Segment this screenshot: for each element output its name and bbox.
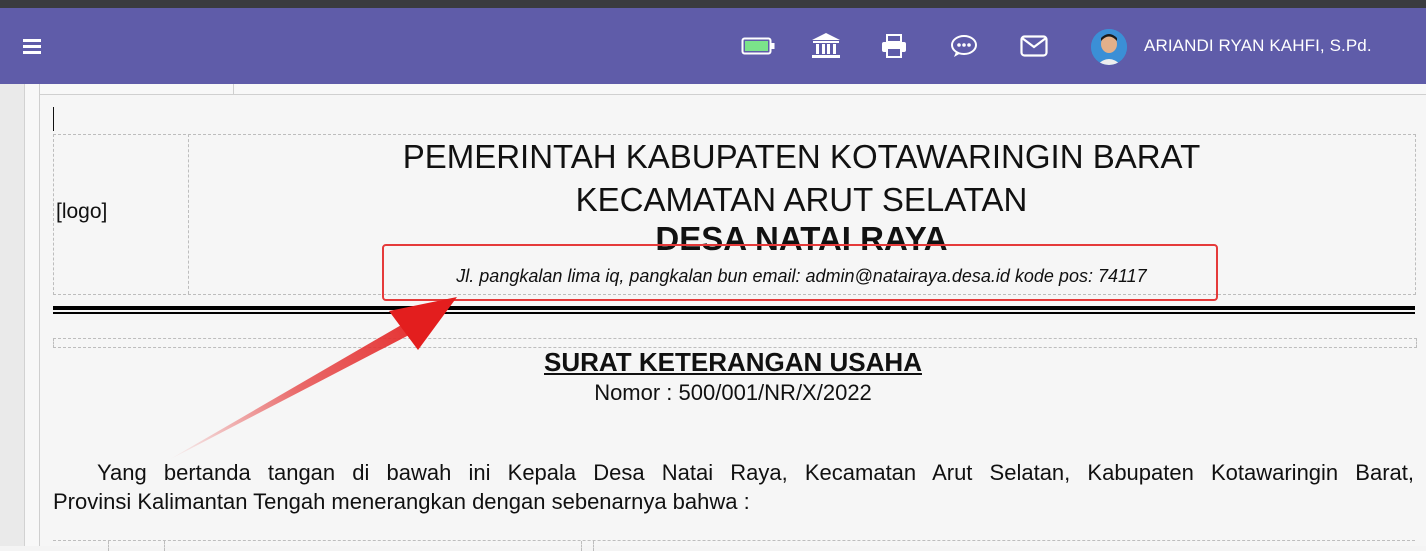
address-highlight-box (382, 244, 1218, 301)
chat-icon[interactable] (944, 8, 984, 84)
window-top-strip (0, 0, 1426, 8)
letterhead-rule-thin (53, 312, 1415, 314)
printer-icon[interactable] (874, 8, 914, 84)
letterhead-rule-thick (53, 306, 1415, 310)
top-navbar: ARIANDI RYAN KAHFI, S.Pd. (0, 8, 1426, 84)
bank-icon[interactable] (806, 8, 846, 84)
battery-icon[interactable] (738, 8, 778, 84)
document-title: SURAT KETERANGAN USAHA (544, 347, 922, 377)
letterhead-line-government: PEMERINTAH KABUPATEN KOTAWARINGIN BARAT (402, 138, 1201, 175)
document-number: Nomor : 500/001/NR/X/2022 (594, 380, 872, 405)
body-paragraph-line1: Yang bertanda tangan di bawah ini Kepala… (97, 460, 1414, 485)
text-cursor (53, 107, 54, 131)
hamburger-menu-icon[interactable] (16, 8, 48, 84)
user-avatar[interactable] (1091, 29, 1127, 65)
editor-gutter (25, 84, 40, 546)
editor-toolbar-edge (40, 84, 1426, 95)
sidebar-collapsed (0, 84, 25, 546)
body-paragraph-line2: Provinsi Kalimantan Tengah menerangkan d… (53, 489, 750, 514)
letterhead-line-district: KECAMATAN ARUT SELATAN (575, 181, 1028, 218)
mail-icon[interactable] (1014, 8, 1054, 84)
logo-placeholder: [logo] (56, 200, 108, 223)
user-name[interactable]: ARIANDI RYAN KAHFI, S.Pd. (1144, 8, 1372, 84)
